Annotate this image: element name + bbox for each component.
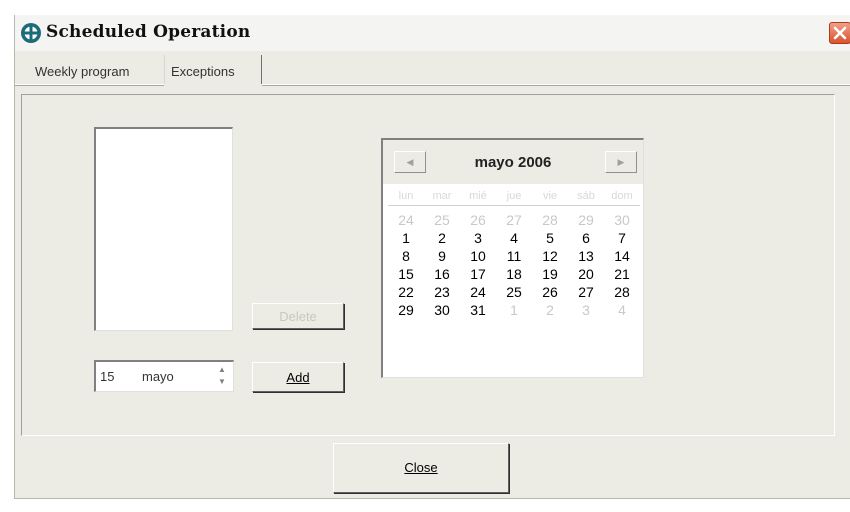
- spin-down-icon[interactable]: ▼: [214, 376, 230, 388]
- calendar-day[interactable]: 3: [568, 302, 604, 318]
- calendar-day[interactable]: 24: [388, 212, 424, 228]
- calendar-day[interactable]: 26: [532, 284, 568, 300]
- calendar-day[interactable]: 18: [496, 266, 532, 282]
- calendar-day[interactable]: 19: [532, 266, 568, 282]
- calendar-day[interactable]: 4: [496, 230, 532, 246]
- prev-month-button[interactable]: ◀: [394, 151, 426, 173]
- weekday-label: lun: [398, 190, 414, 202]
- tab-strip: Weekly program Exceptions: [15, 51, 850, 87]
- calendar-header: ◀ mayo 2006 ▶: [383, 140, 643, 184]
- calendar-day[interactable]: 20: [568, 266, 604, 282]
- date-spinner[interactable]: 15 mayo ▲ ▼: [94, 360, 234, 392]
- close-button-label: Close: [404, 460, 438, 475]
- calendar-day[interactable]: 12: [532, 248, 568, 264]
- calendar-day[interactable]: 29: [568, 212, 604, 228]
- calendar-day[interactable]: 3: [460, 230, 496, 246]
- title-bar[interactable]: Scheduled Operation: [15, 15, 850, 51]
- exceptions-listbox[interactable]: [94, 127, 233, 331]
- weekday-label: sáb: [577, 190, 595, 202]
- calendar-day[interactable]: 21: [604, 266, 640, 282]
- delete-button[interactable]: Delete: [252, 303, 344, 329]
- calendar-day[interactable]: 23: [424, 284, 460, 300]
- add-button[interactable]: Add: [252, 362, 344, 392]
- tab-divider: [15, 84, 850, 86]
- calendar-day[interactable]: 24: [460, 284, 496, 300]
- window-title: Scheduled Operation: [46, 22, 251, 42]
- calendar-day[interactable]: 15: [388, 266, 424, 282]
- close-x-icon: [833, 26, 847, 40]
- calendar-day[interactable]: 14: [604, 248, 640, 264]
- spin-arrows[interactable]: ▲ ▼: [214, 364, 230, 388]
- chevron-left-icon: ◀: [406, 157, 414, 167]
- scheduled-operation-window: Scheduled Operation Weekly program Excep…: [14, 15, 850, 499]
- weekday-label: jue: [506, 190, 522, 202]
- calendar-day[interactable]: 22: [388, 284, 424, 300]
- calendar-day[interactable]: 28: [604, 284, 640, 300]
- close-window-button[interactable]: [829, 22, 850, 44]
- add-button-label: Add: [286, 370, 310, 385]
- calendar-day[interactable]: 16: [424, 266, 460, 282]
- calendar-day[interactable]: 9: [424, 248, 460, 264]
- calendar-day[interactable]: 6: [568, 230, 604, 246]
- calendar-day[interactable]: 17: [460, 266, 496, 282]
- calendar-month-title[interactable]: mayo 2006: [443, 154, 583, 171]
- chevron-right-icon: ▶: [617, 157, 625, 167]
- weekday-label: mar: [432, 190, 452, 202]
- calendar-day[interactable]: 29: [388, 302, 424, 318]
- calendar-day[interactable]: 1: [496, 302, 532, 318]
- calendar-day[interactable]: 1: [388, 230, 424, 246]
- tab-weekly-program[interactable]: Weekly program: [31, 59, 133, 85]
- calendar-day[interactable]: 4: [604, 302, 640, 318]
- calendar-day[interactable]: 13: [568, 248, 604, 264]
- calendar-day[interactable]: 2: [532, 302, 568, 318]
- calendar-day[interactable]: 28: [532, 212, 568, 228]
- calendar-day[interactable]: 27: [496, 212, 532, 228]
- calendar-day[interactable]: 7: [604, 230, 640, 246]
- calendar-day[interactable]: 2: [424, 230, 460, 246]
- weekday-header-row: lun mar mié jue vie sáb dom: [388, 190, 640, 206]
- calendar-day[interactable]: 26: [460, 212, 496, 228]
- calendar-day[interactable]: 31: [460, 302, 496, 318]
- calendar-day[interactable]: 27: [568, 284, 604, 300]
- calendar-day[interactable]: 30: [604, 212, 640, 228]
- spin-up-icon[interactable]: ▲: [214, 364, 230, 376]
- date-day-value[interactable]: 15: [100, 369, 114, 384]
- calendar-day[interactable]: 25: [424, 212, 460, 228]
- calendar-day[interactable]: 30: [424, 302, 460, 318]
- calendar-day[interactable]: 8: [388, 248, 424, 264]
- date-month-value[interactable]: mayo: [142, 369, 174, 384]
- app-globe-icon: [21, 23, 41, 43]
- close-button[interactable]: Close: [333, 443, 509, 493]
- tab-exceptions[interactable]: Exceptions: [164, 55, 262, 87]
- calendar-day[interactable]: 5: [532, 230, 568, 246]
- weekday-label: dom: [611, 190, 633, 202]
- next-month-button[interactable]: ▶: [605, 151, 637, 173]
- weekday-label: vie: [542, 190, 558, 202]
- weekday-label: mié: [469, 190, 487, 202]
- calendar-day[interactable]: 11: [496, 248, 532, 264]
- calendar-day[interactable]: 10: [460, 248, 496, 264]
- calendar-day[interactable]: 25: [496, 284, 532, 300]
- month-calendar[interactable]: ◀ mayo 2006 ▶ lun mar mié jue vie sáb dom 24 25…: [381, 138, 644, 378]
